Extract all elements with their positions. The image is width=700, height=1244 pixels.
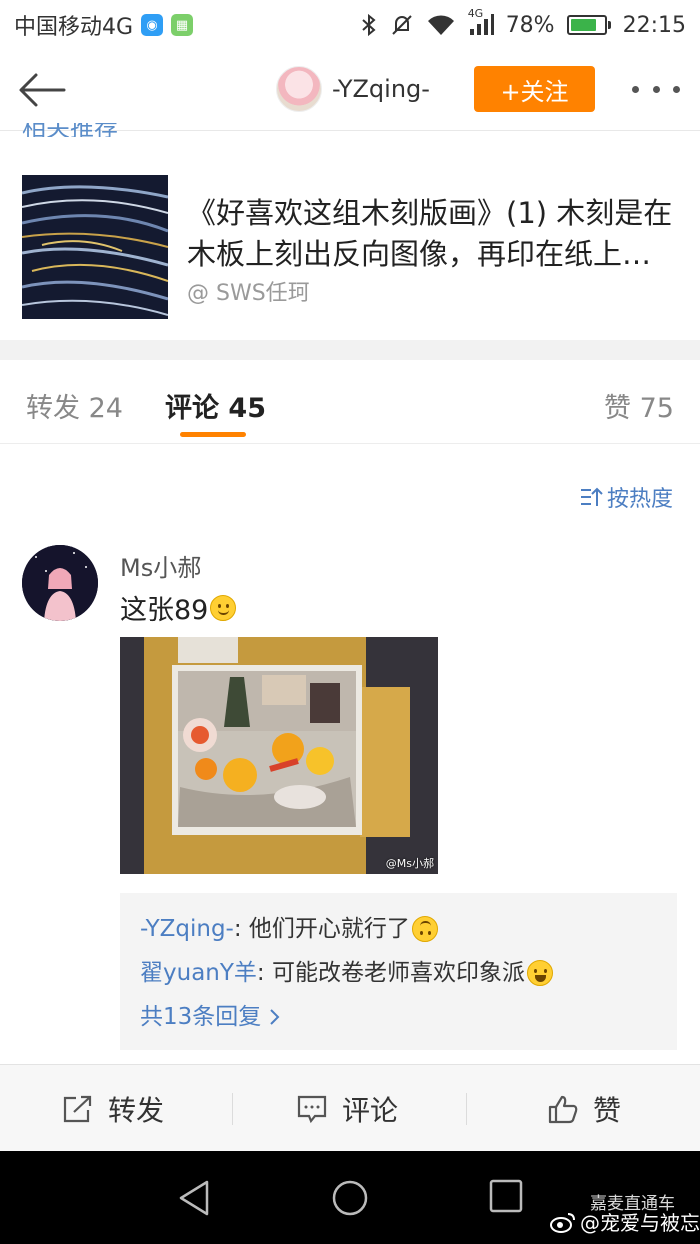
back-button[interactable] <box>14 68 70 112</box>
comment-button[interactable]: 评论 <box>296 1065 398 1152</box>
comment-text-body: 这张89 <box>120 595 209 626</box>
tab-like[interactable]: 赞 75 <box>604 386 674 425</box>
cut-off-link: 相关推荐 <box>22 123 118 137</box>
watermark-source: 嘉麦直通车 <box>590 1194 675 1214</box>
more-replies-link[interactable]: 共13条回复 <box>140 995 657 1039</box>
sort-button[interactable]: 按热度 <box>579 481 673 513</box>
tab-bar: 转发 24 评论 45 赞 75 <box>0 360 700 444</box>
tab-like-label: 赞 <box>604 393 631 424</box>
original-post-line-1: 《好喜欢这组木刻版画》(1) 木刻是在 <box>187 196 673 230</box>
original-post-line-2: 木板上刻出反向图像，再印在纸上… <box>187 237 652 271</box>
comment-icon <box>297 1095 327 1123</box>
tab-comment-label: 评论 <box>165 393 219 424</box>
original-post-author[interactable]: @ SWS任珂 <box>187 275 310 307</box>
battery-percent: 78% <box>505 12 555 38</box>
upside-down-smile-emoji-icon <box>411 916 438 942</box>
comment-label: 评论 <box>342 1093 399 1127</box>
laugh-cry-emoji-icon <box>526 960 553 986</box>
smile-emoji-icon <box>210 594 237 621</box>
original-post-card[interactable]: 《好喜欢这组木刻版画》(1) 木刻是在 木板上刻出反向图像，再印在纸上… @ S… <box>0 155 700 340</box>
share-icon <box>63 1095 92 1122</box>
original-post-text[interactable]: 《好喜欢这组木刻版画》(1) 木刻是在 木板上刻出反向图像，再印在纸上… <box>187 193 687 275</box>
original-post-thumbnail[interactable] <box>22 175 168 319</box>
hd-call-icon: ◉ <box>141 14 164 36</box>
reply-author[interactable]: 翟yuanY羊 <box>140 951 257 995</box>
repost-label: 转发 <box>108 1093 165 1127</box>
clock: 22:15 <box>622 12 686 38</box>
back-arrow-icon <box>19 73 66 107</box>
tab-like-count: 75 <box>639 393 674 424</box>
image-watermark: @Ms小郝 <box>385 857 434 870</box>
mute-icon <box>391 15 412 35</box>
more-replies-label: 共13条回复 <box>140 1004 262 1030</box>
chevron-right-icon <box>270 1009 280 1025</box>
signal-icon: 4G <box>468 7 494 37</box>
reply-text: : 他们开心就行了 <box>233 916 410 942</box>
divider <box>0 443 700 444</box>
more-icon[interactable] <box>632 76 680 102</box>
sort-label: 按热度 <box>607 487 674 512</box>
repost-button[interactable]: 转发 <box>62 1065 164 1152</box>
sort-icon <box>581 487 603 506</box>
like-label: 赞 <box>593 1093 622 1127</box>
tab-repost-count: 24 <box>88 393 123 424</box>
comment-image[interactable]: @Ms小郝 <box>120 637 438 874</box>
thumbs-up-icon <box>548 1095 578 1123</box>
active-tab-indicator <box>180 432 246 437</box>
tab-comment-count: 45 <box>228 393 266 424</box>
nav-bar: -YZqing- +关注 <box>0 50 700 130</box>
reply-item[interactable]: -YZqing- : 他们开心就行了 <box>140 907 657 951</box>
follow-button[interactable]: +关注 <box>474 66 595 112</box>
tab-comment[interactable]: 评论 45 <box>165 386 266 425</box>
battery-icon <box>566 15 611 35</box>
commenter-avatar[interactable] <box>22 545 98 621</box>
reply-author[interactable]: -YZqing- <box>140 907 234 951</box>
tab-repost[interactable]: 转发 24 <box>26 386 123 425</box>
avatar[interactable] <box>276 66 322 112</box>
nav-username[interactable]: -YZqing- <box>332 75 430 103</box>
system-home-icon[interactable] <box>331 1179 369 1217</box>
watermark: @宠爱与被忘 嘉麦直通车 <box>550 1194 700 1236</box>
app-notification-icon: ▦ <box>171 14 194 36</box>
bluetooth-icon <box>362 13 376 37</box>
status-bar: 中国移动4G ◉ ▦ 4G 78% 22:15 <box>0 0 700 50</box>
reply-text: : 可能改卷老师喜欢印象派 <box>256 960 525 986</box>
tab-repost-label: 转发 <box>26 393 80 424</box>
carrier-label: 中国移动4G <box>14 15 134 40</box>
reply-box[interactable]: -YZqing- : 他们开心就行了 翟yuanY羊 : 可能改卷老师喜欢印象派… <box>120 893 677 1050</box>
weibo-logo-icon <box>550 1212 575 1233</box>
network-type-label: 4G <box>467 7 484 20</box>
section-separator <box>0 340 700 360</box>
nav-user[interactable]: -YZqing- <box>276 66 430 112</box>
system-nav-bar: @宠爱与被忘 嘉麦直通车 <box>0 1151 700 1244</box>
system-back-icon[interactable] <box>176 1179 212 1217</box>
wifi-icon <box>427 15 454 35</box>
reply-item[interactable]: 翟yuanY羊 : 可能改卷老师喜欢印象派 <box>140 951 657 995</box>
comment-text: 这张89 <box>120 588 237 627</box>
system-recents-icon[interactable] <box>489 1179 523 1213</box>
divider <box>466 1093 467 1125</box>
divider <box>232 1093 233 1125</box>
bottom-action-bar: 转发 评论 赞 <box>0 1064 700 1151</box>
like-button[interactable]: 赞 <box>547 1065 621 1152</box>
commenter-name[interactable]: Ms小郝 <box>120 548 201 583</box>
